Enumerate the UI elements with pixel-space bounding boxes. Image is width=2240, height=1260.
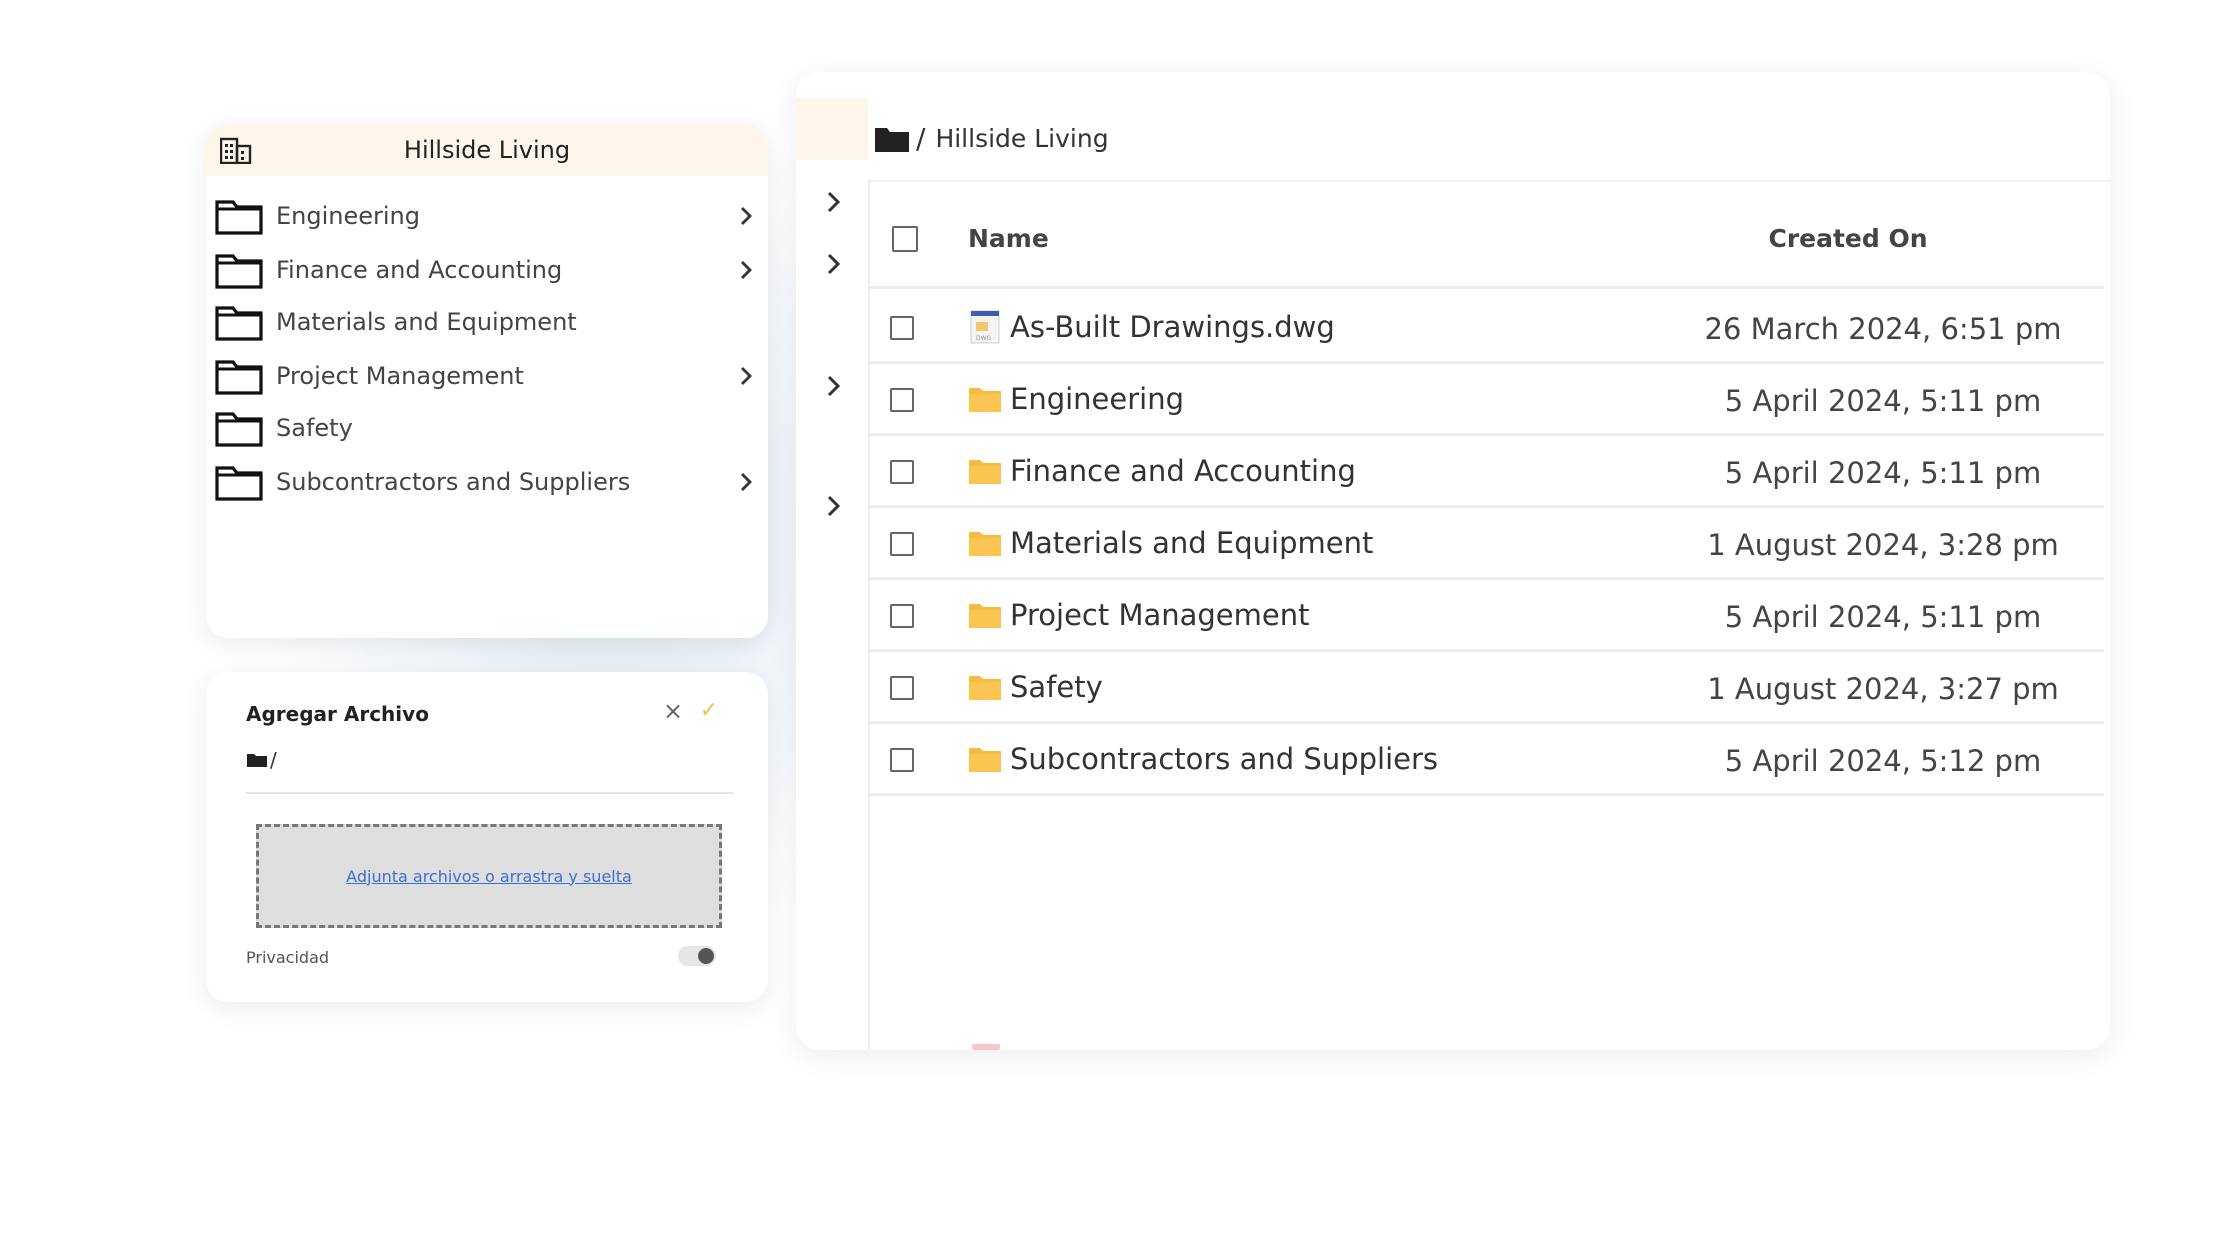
- privacy-label: Privacidad: [246, 948, 330, 967]
- row-checkbox[interactable]: [890, 316, 914, 340]
- tree-item-label: Safety: [276, 414, 353, 442]
- next-row-icon-peek: [972, 1044, 1000, 1050]
- dwg-file-icon: DWG: [970, 310, 1000, 344]
- folder-icon: [969, 388, 1001, 412]
- folder-outline-icon: [215, 412, 263, 447]
- select-all-checkbox[interactable]: [892, 226, 918, 252]
- folder-icon: [969, 604, 1001, 628]
- folder-icon: [969, 460, 1001, 484]
- tree-item-label: Finance and Accounting: [276, 256, 563, 284]
- row-created-on: 26 March 2024, 6:51 pm: [1704, 312, 2062, 346]
- confirm-check-icon[interactable]: ✓: [694, 696, 724, 726]
- row-name[interactable]: Project Management: [1010, 598, 1309, 632]
- chevron-right-icon[interactable]: [824, 190, 844, 214]
- divider: [246, 792, 734, 794]
- tree-item-label: Subcontractors and Suppliers: [276, 468, 631, 496]
- svg-text:DWG: DWG: [976, 335, 992, 342]
- close-icon[interactable]: ×: [658, 696, 688, 726]
- add-file-dialog: Agregar Archivo × ✓ / Adjunta archivos o…: [206, 672, 768, 1002]
- tree-item[interactable]: Project Management: [206, 348, 768, 404]
- building-icon: [220, 137, 252, 164]
- table-row[interactable]: DWG As-Built Drawings.dwg 26 March 2024, 6…: [868, 290, 2110, 364]
- folder-outline-icon: [215, 306, 263, 341]
- toggle-knob: [698, 948, 714, 964]
- row-name[interactable]: Engineering: [1010, 382, 1184, 416]
- row-name[interactable]: Safety: [1010, 670, 1103, 704]
- column-header-name[interactable]: Name: [968, 224, 1049, 253]
- tree-item-label: Engineering: [276, 202, 420, 230]
- expand-gutter: [796, 72, 868, 1050]
- folder-icon: [969, 676, 1001, 700]
- table-row[interactable]: Engineering 5 April 2024, 5:11 pm: [868, 362, 2110, 436]
- chevron-right-icon[interactable]: [736, 205, 756, 227]
- row-checkbox[interactable]: [890, 604, 914, 628]
- folder-outline-icon: [215, 254, 263, 289]
- tree-item[interactable]: Subcontractors and Suppliers: [206, 454, 768, 510]
- row-checkbox[interactable]: [890, 460, 914, 484]
- row-name[interactable]: Finance and Accounting: [1010, 454, 1356, 488]
- folder-tree-panel: Hillside Living Engineering Finance and A…: [206, 124, 768, 638]
- folder-icon: [247, 754, 267, 767]
- row-checkbox[interactable]: [890, 676, 914, 700]
- row-checkbox[interactable]: [890, 388, 914, 412]
- folder-outline-icon: [215, 360, 263, 395]
- add-file-title: Agregar Archivo: [246, 702, 429, 726]
- table-row[interactable]: Safety 1 August 2024, 3:27 pm: [868, 650, 2110, 724]
- file-browser-panel: / Hillside Living Name Created On DWG As-…: [796, 72, 2110, 1050]
- row-name[interactable]: Subcontractors and Suppliers: [1010, 742, 1438, 776]
- divider: [868, 180, 2110, 182]
- folder-icon: [969, 748, 1001, 772]
- tree-root-header[interactable]: Hillside Living: [206, 124, 768, 176]
- table-row[interactable]: Subcontractors and Suppliers 5 April 2024…: [868, 722, 2110, 826]
- row-created-on: 5 April 2024, 5:11 pm: [1724, 384, 2042, 418]
- chevron-right-icon[interactable]: [824, 374, 844, 398]
- chevron-right-icon[interactable]: [736, 259, 756, 281]
- table-row[interactable]: Finance and Accounting 5 April 2024, 5:11…: [868, 434, 2110, 508]
- chevron-right-icon[interactable]: [736, 365, 756, 387]
- file-dropzone[interactable]: Adjunta archivos o arrastra y suelta: [256, 824, 722, 928]
- tree-item[interactable]: Safety: [206, 400, 768, 456]
- upload-path-text: /: [270, 748, 277, 772]
- tree-item[interactable]: Finance and Accounting: [206, 242, 768, 298]
- folder-outline-icon: [215, 200, 263, 235]
- chevron-right-icon[interactable]: [824, 252, 844, 276]
- privacy-toggle[interactable]: [678, 946, 716, 966]
- breadcrumb-separator: /: [916, 122, 926, 155]
- chevron-right-icon[interactable]: [736, 471, 756, 493]
- row-created-on: 1 August 2024, 3:27 pm: [1707, 672, 2059, 706]
- folder-outline-icon: [215, 466, 263, 501]
- row-checkbox[interactable]: [890, 532, 914, 556]
- row-checkbox[interactable]: [890, 748, 914, 772]
- tree-item[interactable]: Engineering: [206, 188, 768, 244]
- row-created-on: 5 April 2024, 5:12 pm: [1724, 744, 2042, 778]
- row-name[interactable]: Materials and Equipment: [1010, 526, 1373, 560]
- breadcrumb-current[interactable]: Hillside Living: [935, 124, 1108, 153]
- row-divider: [868, 793, 2104, 796]
- tree-item-label: Materials and Equipment: [276, 308, 577, 336]
- upload-path-breadcrumb: /: [246, 748, 277, 772]
- table-header: Name Created On: [868, 194, 2110, 266]
- folder-icon: [969, 532, 1001, 556]
- app-stage: Hillside Living Engineering Finance and A…: [0, 0, 2240, 1260]
- divider: [868, 286, 2104, 289]
- breadcrumb: / Hillside Living: [874, 122, 1109, 155]
- gutter-header: [796, 98, 868, 160]
- folder-icon[interactable]: [874, 125, 910, 153]
- tree-root-title: Hillside Living: [403, 136, 571, 164]
- table-row[interactable]: Project Management 5 April 2024, 5:11 pm: [868, 578, 2110, 652]
- dropzone-link[interactable]: Adjunta archivos o arrastra y suelta: [346, 867, 632, 886]
- row-created-on: 1 August 2024, 3:28 pm: [1707, 528, 2059, 562]
- row-created-on: 5 April 2024, 5:11 pm: [1724, 456, 2042, 490]
- tree-item-label: Project Management: [276, 362, 524, 390]
- row-created-on: 5 April 2024, 5:11 pm: [1724, 600, 2042, 634]
- column-header-created-on[interactable]: Created On: [1698, 224, 1998, 253]
- row-name[interactable]: As-Built Drawings.dwg: [1010, 310, 1335, 344]
- tree-item[interactable]: Materials and Equipment: [206, 294, 768, 350]
- chevron-right-icon[interactable]: [824, 494, 844, 518]
- table-row[interactable]: Materials and Equipment 1 August 2024, 3:…: [868, 506, 2110, 580]
